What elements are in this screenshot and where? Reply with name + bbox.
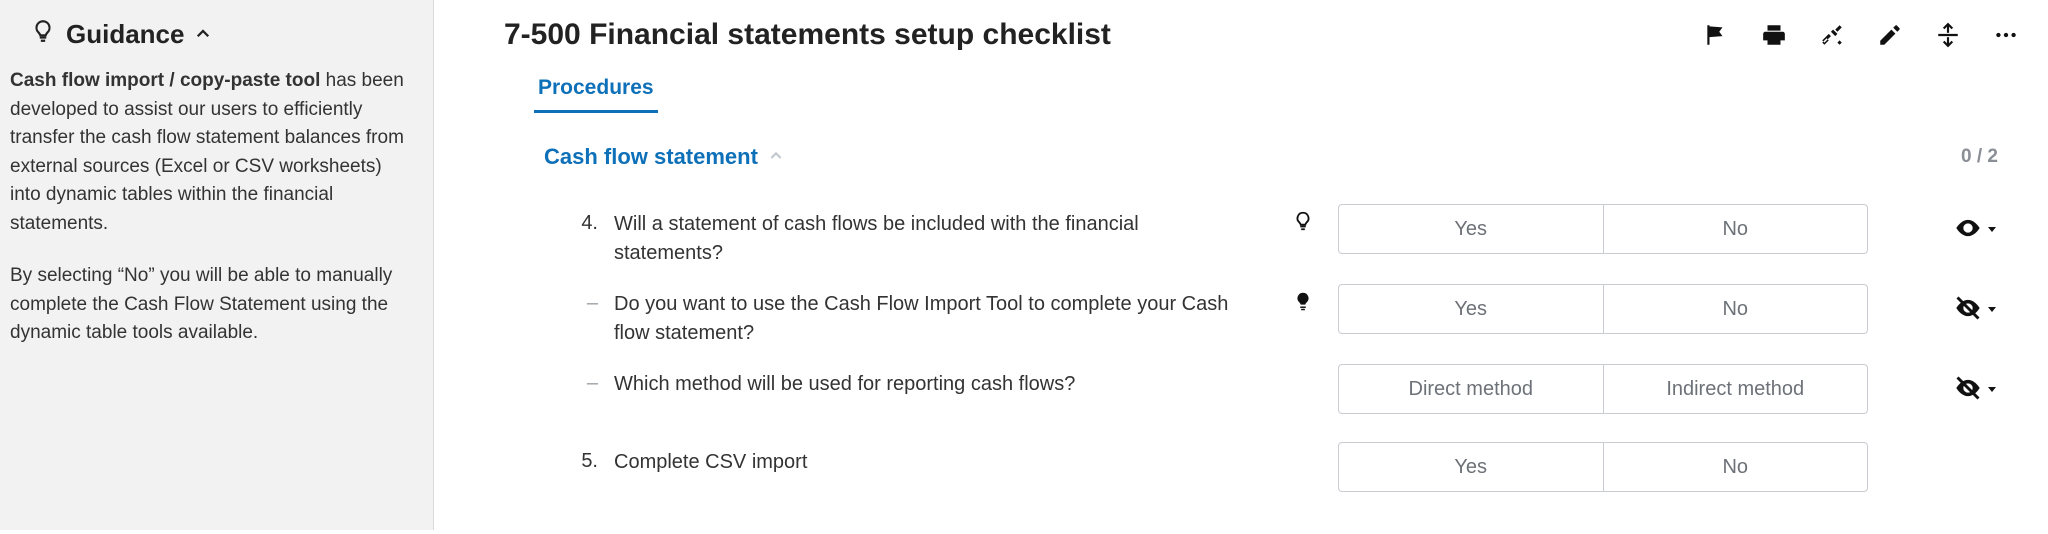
answer-no[interactable]: No (1603, 284, 1869, 334)
answer-indirect[interactable]: Indirect method (1603, 364, 1869, 414)
chevron-up-icon (194, 19, 212, 50)
guidance-title: Guidance (66, 19, 184, 50)
tab-strip: Procedures (504, 70, 2038, 114)
tools-icon[interactable] (1818, 21, 1846, 49)
visibility-menu[interactable] (1954, 374, 1998, 407)
question-text: Will a statement of cash flows be includ… (614, 204, 1268, 268)
edit-icon[interactable] (1876, 21, 1904, 49)
question-text: Which method will be used for reporting … (614, 364, 1268, 399)
print-icon[interactable] (1760, 21, 1788, 49)
guidance-toggle[interactable] (1278, 204, 1328, 232)
guidance-panel: Guidance Cash flow import / copy-paste t… (0, 0, 434, 530)
question-text: Complete CSV import (614, 442, 1268, 477)
lightbulb-icon (30, 18, 56, 51)
main-content: 7-500 Financial statements setup checkli… (434, 0, 2048, 530)
page-title: 7-500 Financial statements setup checkli… (504, 18, 1111, 52)
eye-off-icon (1954, 294, 1982, 327)
answer-group: Yes No (1338, 284, 1868, 334)
eye-icon (1954, 214, 1982, 247)
answer-group: Yes No (1338, 442, 1868, 492)
question-row: 4. Will a statement of cash flows be inc… (504, 196, 2038, 276)
collapse-icon[interactable] (1934, 21, 1962, 49)
answer-group: Direct method Indirect method (1338, 364, 1868, 414)
question-text: Do you want to use the Cash Flow Import … (614, 284, 1268, 348)
guidance-toggle[interactable] (1278, 284, 1328, 312)
flag-icon[interactable] (1702, 21, 1730, 49)
eye-off-icon (1954, 374, 1982, 407)
question-row: 5. Complete CSV import Yes No (504, 422, 2038, 500)
answer-yes[interactable]: Yes (1338, 284, 1604, 334)
question-number: 4. (544, 204, 604, 235)
caret-down-icon (1986, 222, 1998, 240)
question-row: – Which method will be used for reportin… (504, 356, 2038, 422)
visibility-menu[interactable] (1954, 294, 1998, 327)
guidance-para2: By selecting “No” you will be able to ma… (10, 262, 413, 348)
answer-no[interactable]: No (1603, 442, 1869, 492)
guidance-para1-rest: has been developed to assist our users t… (10, 70, 404, 234)
section-title-text: Cash flow statement (544, 144, 758, 170)
question-row: – Do you want to use the Cash Flow Impor… (504, 276, 2038, 356)
question-number: – (544, 284, 604, 315)
question-number: – (544, 364, 604, 395)
tab-procedures[interactable]: Procedures (534, 70, 658, 113)
caret-down-icon (1986, 382, 1998, 400)
question-number: 5. (544, 442, 604, 473)
answer-group: Yes No (1338, 204, 1868, 254)
chevron-up-icon (768, 144, 784, 170)
section-header-row: Cash flow statement 0 / 2 (504, 144, 2038, 196)
page-header: 7-500 Financial statements setup checkli… (504, 18, 2038, 52)
answer-yes[interactable]: Yes (1338, 442, 1604, 492)
answer-yes[interactable]: Yes (1338, 204, 1604, 254)
section-toggle[interactable]: Cash flow statement (544, 144, 784, 170)
toolbar (1702, 21, 2038, 49)
section-progress: 0 / 2 (1961, 146, 1998, 168)
guidance-header[interactable]: Guidance (10, 14, 413, 67)
caret-down-icon (1986, 302, 1998, 320)
answer-direct[interactable]: Direct method (1338, 364, 1604, 414)
visibility-menu[interactable] (1954, 214, 1998, 247)
more-icon[interactable] (1992, 21, 2020, 49)
guidance-body: Cash flow import / copy-paste tool has b… (10, 67, 413, 348)
answer-no[interactable]: No (1603, 204, 1869, 254)
guidance-para1-bold: Cash flow import / copy-paste tool (10, 70, 320, 91)
